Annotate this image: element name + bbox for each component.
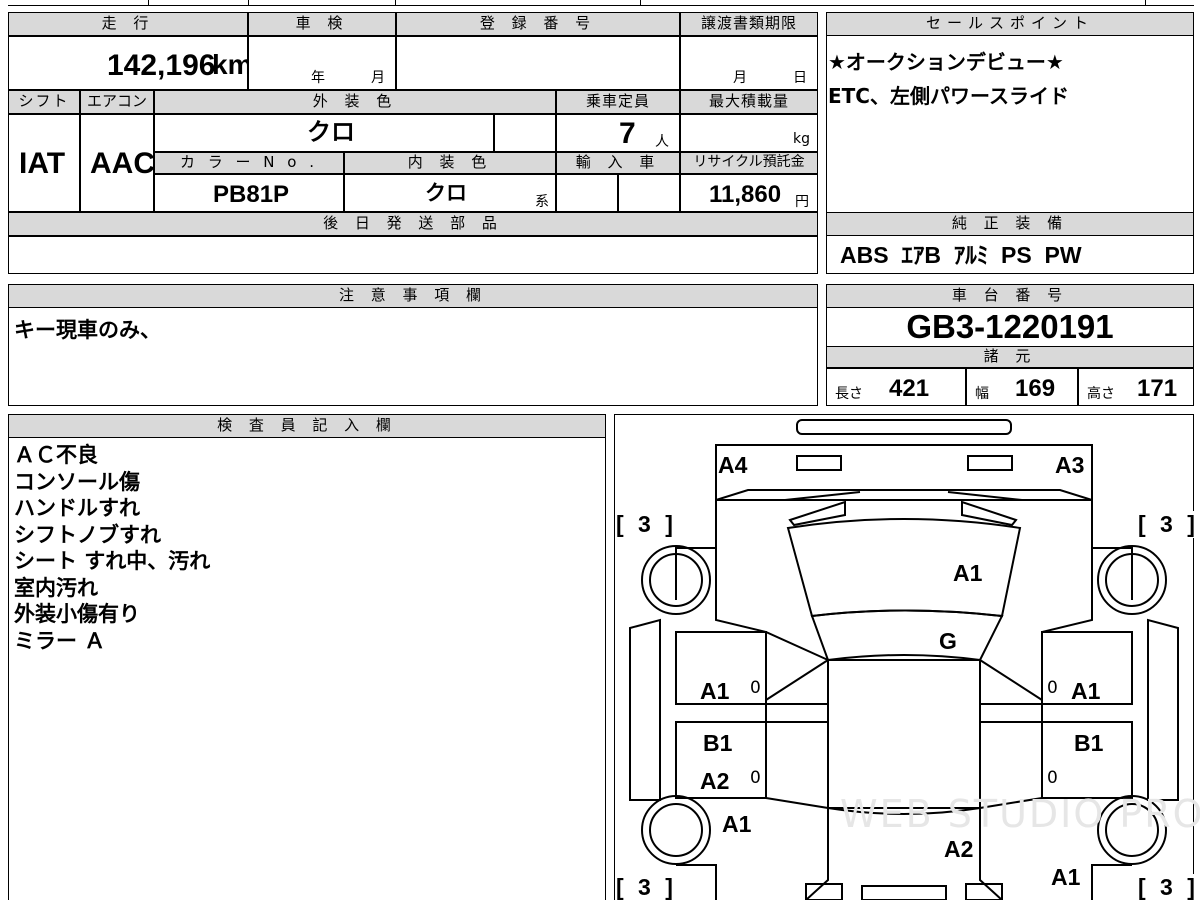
mark-left-rear-door: A2: [700, 768, 730, 794]
inspection-year-unit: 年: [311, 70, 325, 86]
imported-cell: [556, 174, 618, 212]
mark-right-rear-bottom: A1: [1051, 864, 1081, 890]
width-label: 幅: [975, 386, 989, 402]
capacity-value: 7: [619, 117, 636, 150]
reg-number-cell: [396, 36, 680, 90]
width-value: 169: [1015, 375, 1056, 402]
width-cell: 幅 169: [966, 368, 1078, 406]
notes-label: 注 意 事 項 欄: [8, 284, 818, 308]
standard-equipment-value: ABS ｴｱB ｱﾙﾐ PS PW: [840, 242, 1082, 268]
interior-color-suffix: 系: [535, 194, 549, 210]
top-strip-divider: [148, 0, 149, 6]
tire-front-right: [ 3 ]: [1138, 511, 1199, 538]
inspector-label: 検 査 員 記 入 欄: [8, 414, 606, 438]
color-no-cell: PB81P: [154, 174, 344, 212]
aircon-cell: AAC: [80, 114, 154, 212]
top-strip-divider: [640, 0, 641, 6]
mileage-label: 走 行: [8, 12, 248, 36]
transfer-month-unit: 月: [733, 70, 747, 86]
mark-right-front-fender: A1: [1071, 678, 1101, 704]
mark-bonnet: A1: [953, 560, 983, 586]
shift-value: IAT: [19, 147, 66, 180]
transfer-cell: 月 日: [680, 36, 818, 90]
later-parts-cell: [8, 236, 818, 274]
top-strip-divider: [395, 0, 396, 6]
mark-roof-rear: A2: [944, 836, 974, 862]
tire-rear-right: [ 3 ]: [1138, 874, 1199, 900]
height-cell: 高さ 171: [1078, 368, 1194, 406]
top-strip: [8, 0, 1194, 6]
zero-mark-left-upper: 0: [750, 678, 761, 698]
inspector-text: ＡＣ不良 コンソール傷 ハンドルすれ シフトノブすれ シート すれ中、汚れ 室内…: [14, 443, 211, 653]
mark-left-rear: A1: [722, 811, 752, 837]
top-strip-divider: [1145, 0, 1146, 6]
sales-point-label: セールスポイント: [826, 12, 1194, 36]
chassis-value: GB3-1220191: [906, 308, 1114, 345]
mark-front-left: A4: [718, 452, 748, 478]
inspection-label: 車 検: [248, 12, 396, 36]
aircon-value: AAC: [90, 147, 154, 180]
recycle-fee-unit: 円: [795, 194, 809, 210]
height-label: 高さ: [1087, 386, 1115, 402]
exterior-color-extra: [494, 114, 556, 152]
mark-right-front-door: B1: [1074, 730, 1104, 756]
height-value: 171: [1137, 375, 1178, 402]
inspection-cell: 年 月: [248, 36, 396, 90]
imported-cell-2: [618, 174, 680, 212]
mark-left-front-door: B1: [703, 730, 733, 756]
recycle-fee-cell: 11,860 円: [680, 174, 818, 212]
exterior-color-label: 外 装 色: [154, 90, 556, 114]
zero-mark-left-lower: 0: [750, 768, 761, 788]
mark-front-right: A3: [1055, 452, 1085, 478]
color-no-label: カ ラ ー N o .: [154, 152, 344, 174]
chassis-label: 車 台 番 号: [826, 284, 1194, 308]
zero-mark-right-lower: 0: [1047, 768, 1058, 788]
aircon-label: エアコン: [80, 90, 154, 114]
max-load-unit: kg: [793, 131, 810, 147]
length-cell: 長さ 421: [826, 368, 966, 406]
max-load-label: 最大積載量: [680, 90, 818, 114]
max-load-cell: kg: [680, 114, 818, 152]
interior-color-cell: クロ 系: [344, 174, 556, 212]
recycle-fee-label: リサイクル預託金: [680, 152, 818, 174]
shift-cell: IAT: [8, 114, 80, 212]
top-strip-divider: [248, 0, 249, 6]
length-value: 421: [889, 375, 930, 402]
capacity-cell: 7 人: [556, 114, 680, 152]
transfer-deadline-label: 譲渡書類期限: [680, 12, 818, 36]
length-label: 長さ: [835, 386, 863, 402]
damage-map-watermark: WEB STUDIO PRO: [840, 792, 1200, 836]
transfer-day-unit: 日: [793, 70, 807, 86]
standard-equipment-label: 純 正 装 備: [826, 212, 1194, 236]
interior-color-label: 内 装 色: [344, 152, 556, 174]
exterior-color-cell: クロ: [154, 114, 494, 152]
spec-label: 諸 元: [826, 346, 1194, 368]
inspection-month-unit: 月: [371, 70, 385, 86]
later-parts-label: 後 日 発 送 部 品: [8, 212, 818, 236]
tire-front-left: [ 3 ]: [616, 511, 677, 538]
reg-number-label: 登 録 番 号: [396, 12, 680, 36]
color-no-value: PB81P: [213, 181, 290, 208]
mileage-cell: 142,196 km: [8, 36, 248, 90]
capacity-label: 乗車定員: [556, 90, 680, 114]
mileage-unit: km: [212, 49, 247, 80]
mark-windshield: G: [939, 628, 957, 654]
mileage-value: 142,196: [107, 49, 216, 82]
capacity-unit: 人: [655, 134, 669, 150]
recycle-fee-value: 11,860: [709, 181, 782, 208]
tire-rear-left: [ 3 ]: [616, 874, 677, 900]
notes-value: キー現車のみ、: [14, 318, 161, 342]
zero-mark-right-upper: 0: [1047, 678, 1058, 698]
interior-color-value: クロ: [425, 182, 467, 205]
mark-left-front-fender: A1: [700, 678, 730, 704]
shift-label: シフト: [8, 90, 80, 114]
sales-point-line-1: ★オークションデビュー★: [828, 50, 1064, 74]
imported-label: 輸 入 車: [556, 152, 680, 174]
exterior-color-value: クロ: [307, 119, 355, 146]
sales-point-line-2: ETC、左側パワースライド: [828, 84, 1069, 108]
